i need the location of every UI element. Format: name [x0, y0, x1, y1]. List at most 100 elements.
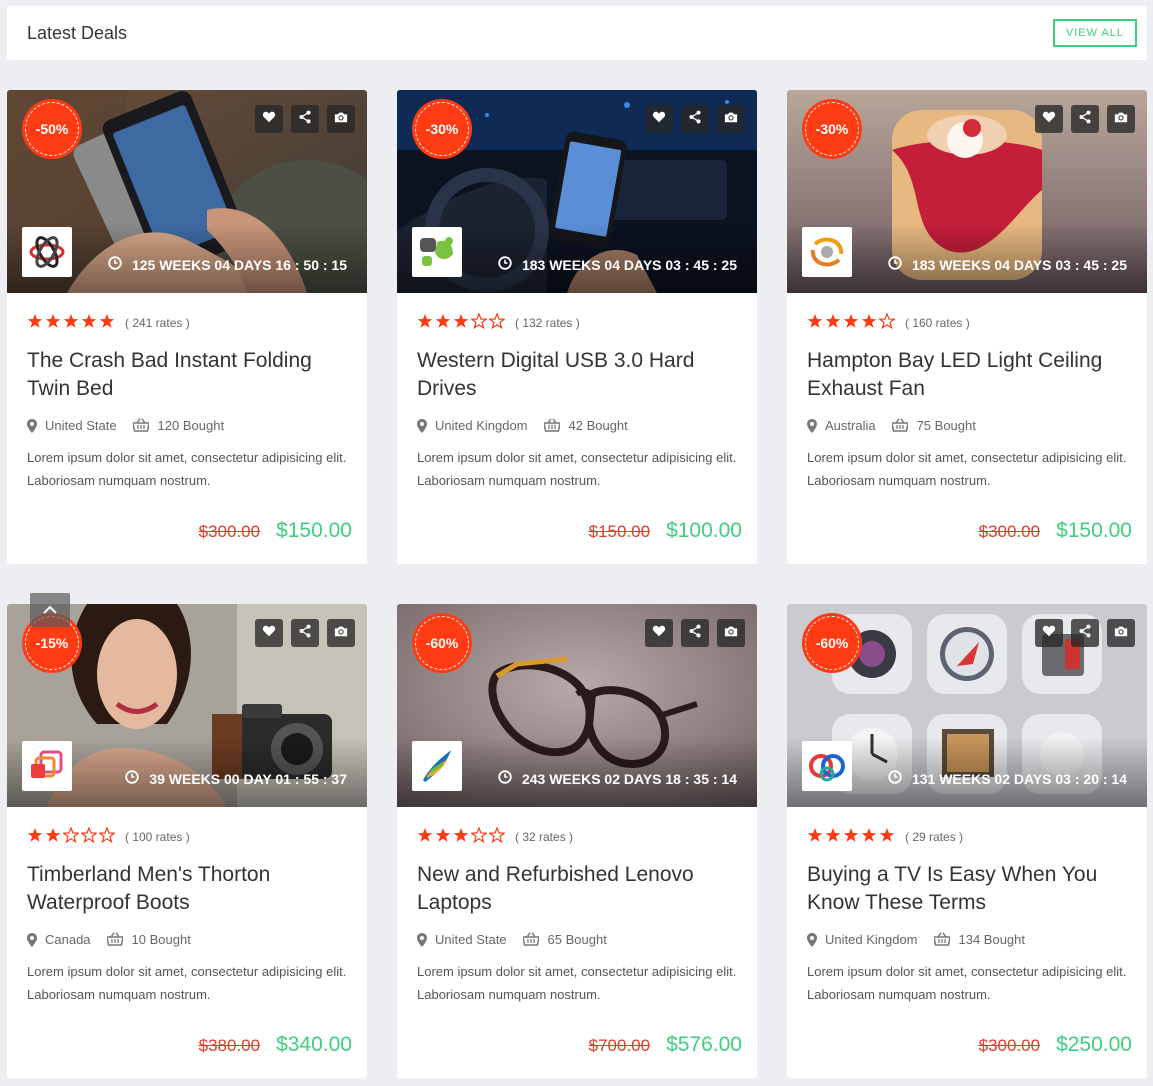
favorite-button[interactable] [1035, 105, 1063, 133]
price-block: $300.00 $150.00 [199, 519, 352, 543]
star-filled-icon [417, 313, 433, 334]
star-filled-icon [27, 827, 43, 848]
basket-icon [521, 932, 540, 946]
share-button[interactable] [291, 619, 319, 647]
basket-icon [932, 932, 951, 946]
share-button[interactable] [681, 105, 709, 133]
discount-badge: -50% [25, 102, 79, 156]
countdown-text: 243 WEEKS 02 DAYS 18 : 35 : 14 [521, 770, 737, 787]
deal-image[interactable]: -30% 183 WEEKS 04 DAYS 03 : 45 : 25 [397, 90, 757, 293]
deal-meta: United State 65 Bought [417, 929, 737, 949]
heart-icon [652, 624, 666, 643]
deal-title[interactable]: The Crash Bad Instant Folding Twin Bed [27, 347, 347, 403]
deal-card[interactable]: -15% 39 WEEKS 00 DAY 01 : 55 : 37 ( 100 … [7, 604, 367, 1078]
gallery-button[interactable] [1107, 619, 1135, 647]
rates-count: ( 241 rates ) [125, 316, 190, 330]
favorite-button[interactable] [645, 105, 673, 133]
countdown-timer: 125 WEEKS 04 DAYS 16 : 50 : 15 [108, 256, 347, 273]
star-filled-icon [861, 827, 877, 848]
share-button[interactable] [681, 619, 709, 647]
rates-count: ( 29 rates ) [905, 830, 964, 844]
gallery-button[interactable] [717, 619, 745, 647]
star-filled-icon [435, 827, 451, 848]
countdown-text: 131 WEEKS 02 DAYS 03 : 20 : 14 [911, 770, 1127, 787]
view-all-button[interactable]: VIEW ALL [1052, 19, 1137, 47]
bought-count: 75 Bought [916, 417, 976, 433]
share-icon [298, 624, 312, 643]
card-actions [255, 619, 355, 647]
deal-title[interactable]: New and Refurbished Lenovo Laptops [417, 861, 737, 917]
swoosh-logo[interactable] [412, 741, 462, 791]
star-filled-icon [27, 313, 43, 334]
star-filled-icon [843, 313, 859, 334]
new-price: $340.00 [276, 1033, 352, 1056]
heart-icon [262, 110, 276, 129]
deal-meta: United Kingdom 42 Bought [417, 415, 737, 435]
camera-icon [724, 110, 738, 129]
deal-card[interactable]: -50% 125 WEEKS 04 DAYS 16 : 50 : 15 ( 24… [7, 90, 367, 564]
deal-card[interactable]: -60% 243 WEEKS 02 DAYS 18 : 35 : 14 ( 32… [397, 604, 757, 1078]
favorite-button[interactable] [255, 619, 283, 647]
favorite-button[interactable] [645, 619, 673, 647]
basket-icon [131, 418, 150, 432]
star-empty-icon [62, 825, 80, 848]
leaf-logo[interactable] [412, 227, 462, 277]
new-price: $100.00 [666, 519, 742, 542]
deal-image[interactable]: -60% 243 WEEKS 02 DAYS 18 : 35 : 14 [397, 604, 757, 807]
deal-title[interactable]: Buying a TV Is Easy When You Know These … [807, 861, 1127, 917]
gallery-button[interactable] [327, 619, 355, 647]
countdown-timer: 183 WEEKS 04 DAYS 03 : 45 : 25 [888, 256, 1127, 273]
old-price: $150.00 [588, 522, 651, 541]
rates-count: ( 132 rates ) [515, 316, 580, 330]
deal-title[interactable]: Timberland Men's Thorton Waterproof Boot… [27, 861, 347, 917]
rates-count: ( 100 rates ) [125, 830, 190, 844]
latest-deals-header: Latest Deals VIEW ALL [7, 6, 1147, 60]
star-filled-icon [81, 313, 97, 334]
star-empty-icon [80, 825, 98, 848]
deal-title[interactable]: Western Digital USB 3.0 Hard Drives [417, 347, 737, 403]
deal-title[interactable]: Hampton Bay LED Light Ceiling Exhaust Fa… [807, 347, 1127, 403]
map-pin-icon [417, 419, 427, 433]
camera-icon [1114, 110, 1128, 129]
deal-card[interactable]: -60% 131 WEEKS 02 DAYS 03 : 20 : 14 ( 29… [787, 604, 1147, 1078]
share-button[interactable] [1071, 619, 1099, 647]
section-title: Latest Deals [27, 22, 128, 43]
favorite-button[interactable] [1035, 619, 1063, 647]
deal-meta: Canada 10 Bought [27, 929, 347, 949]
price-block: $300.00 $150.00 [979, 519, 1132, 543]
deal-image[interactable]: -30% 183 WEEKS 04 DAYS 03 : 45 : 25 [787, 90, 1147, 293]
old-price: $700.00 [588, 1036, 651, 1055]
clock-icon [498, 256, 512, 273]
bought-count: 10 Bought [131, 931, 191, 947]
deal-image[interactable]: -50% 125 WEEKS 04 DAYS 16 : 50 : 15 [7, 90, 367, 293]
gallery-button[interactable] [1107, 105, 1135, 133]
star-filled-icon [807, 827, 823, 848]
bought-count: 134 Bought [958, 931, 1026, 947]
new-price: $576.00 [666, 1033, 742, 1056]
camera-icon [334, 110, 348, 129]
gallery-button[interactable] [717, 105, 745, 133]
share-button[interactable] [1071, 105, 1099, 133]
clock-icon [498, 770, 512, 787]
map-pin-icon [27, 419, 37, 433]
squares-logo[interactable] [22, 741, 72, 791]
deal-card[interactable]: -30% 183 WEEKS 04 DAYS 03 : 45 : 25 ( 13… [397, 90, 757, 564]
bought-count: 42 Bought [568, 417, 628, 433]
map-pin-icon [807, 419, 817, 433]
scroll-to-top-button[interactable] [30, 593, 70, 627]
atom-logo[interactable] [22, 227, 72, 277]
share-button[interactable] [291, 105, 319, 133]
rating: ( 132 rates ) [417, 311, 737, 334]
gallery-button[interactable] [327, 105, 355, 133]
deal-card[interactable]: -30% 183 WEEKS 04 DAYS 03 : 45 : 25 ( 16… [787, 90, 1147, 564]
deal-image[interactable]: -15% 39 WEEKS 00 DAY 01 : 55 : 37 [7, 604, 367, 807]
new-price: $150.00 [276, 519, 352, 542]
ring-logo[interactable] [802, 227, 852, 277]
discount-badge: -60% [805, 616, 859, 670]
links-logo[interactable] [802, 741, 852, 791]
location: United Kingdom [825, 931, 918, 947]
deal-description: Lorem ipsum dolor sit amet, consectetur … [417, 964, 737, 1002]
basket-icon [890, 418, 909, 432]
favorite-button[interactable] [255, 105, 283, 133]
deal-image[interactable]: -60% 131 WEEKS 02 DAYS 03 : 20 : 14 [787, 604, 1147, 807]
